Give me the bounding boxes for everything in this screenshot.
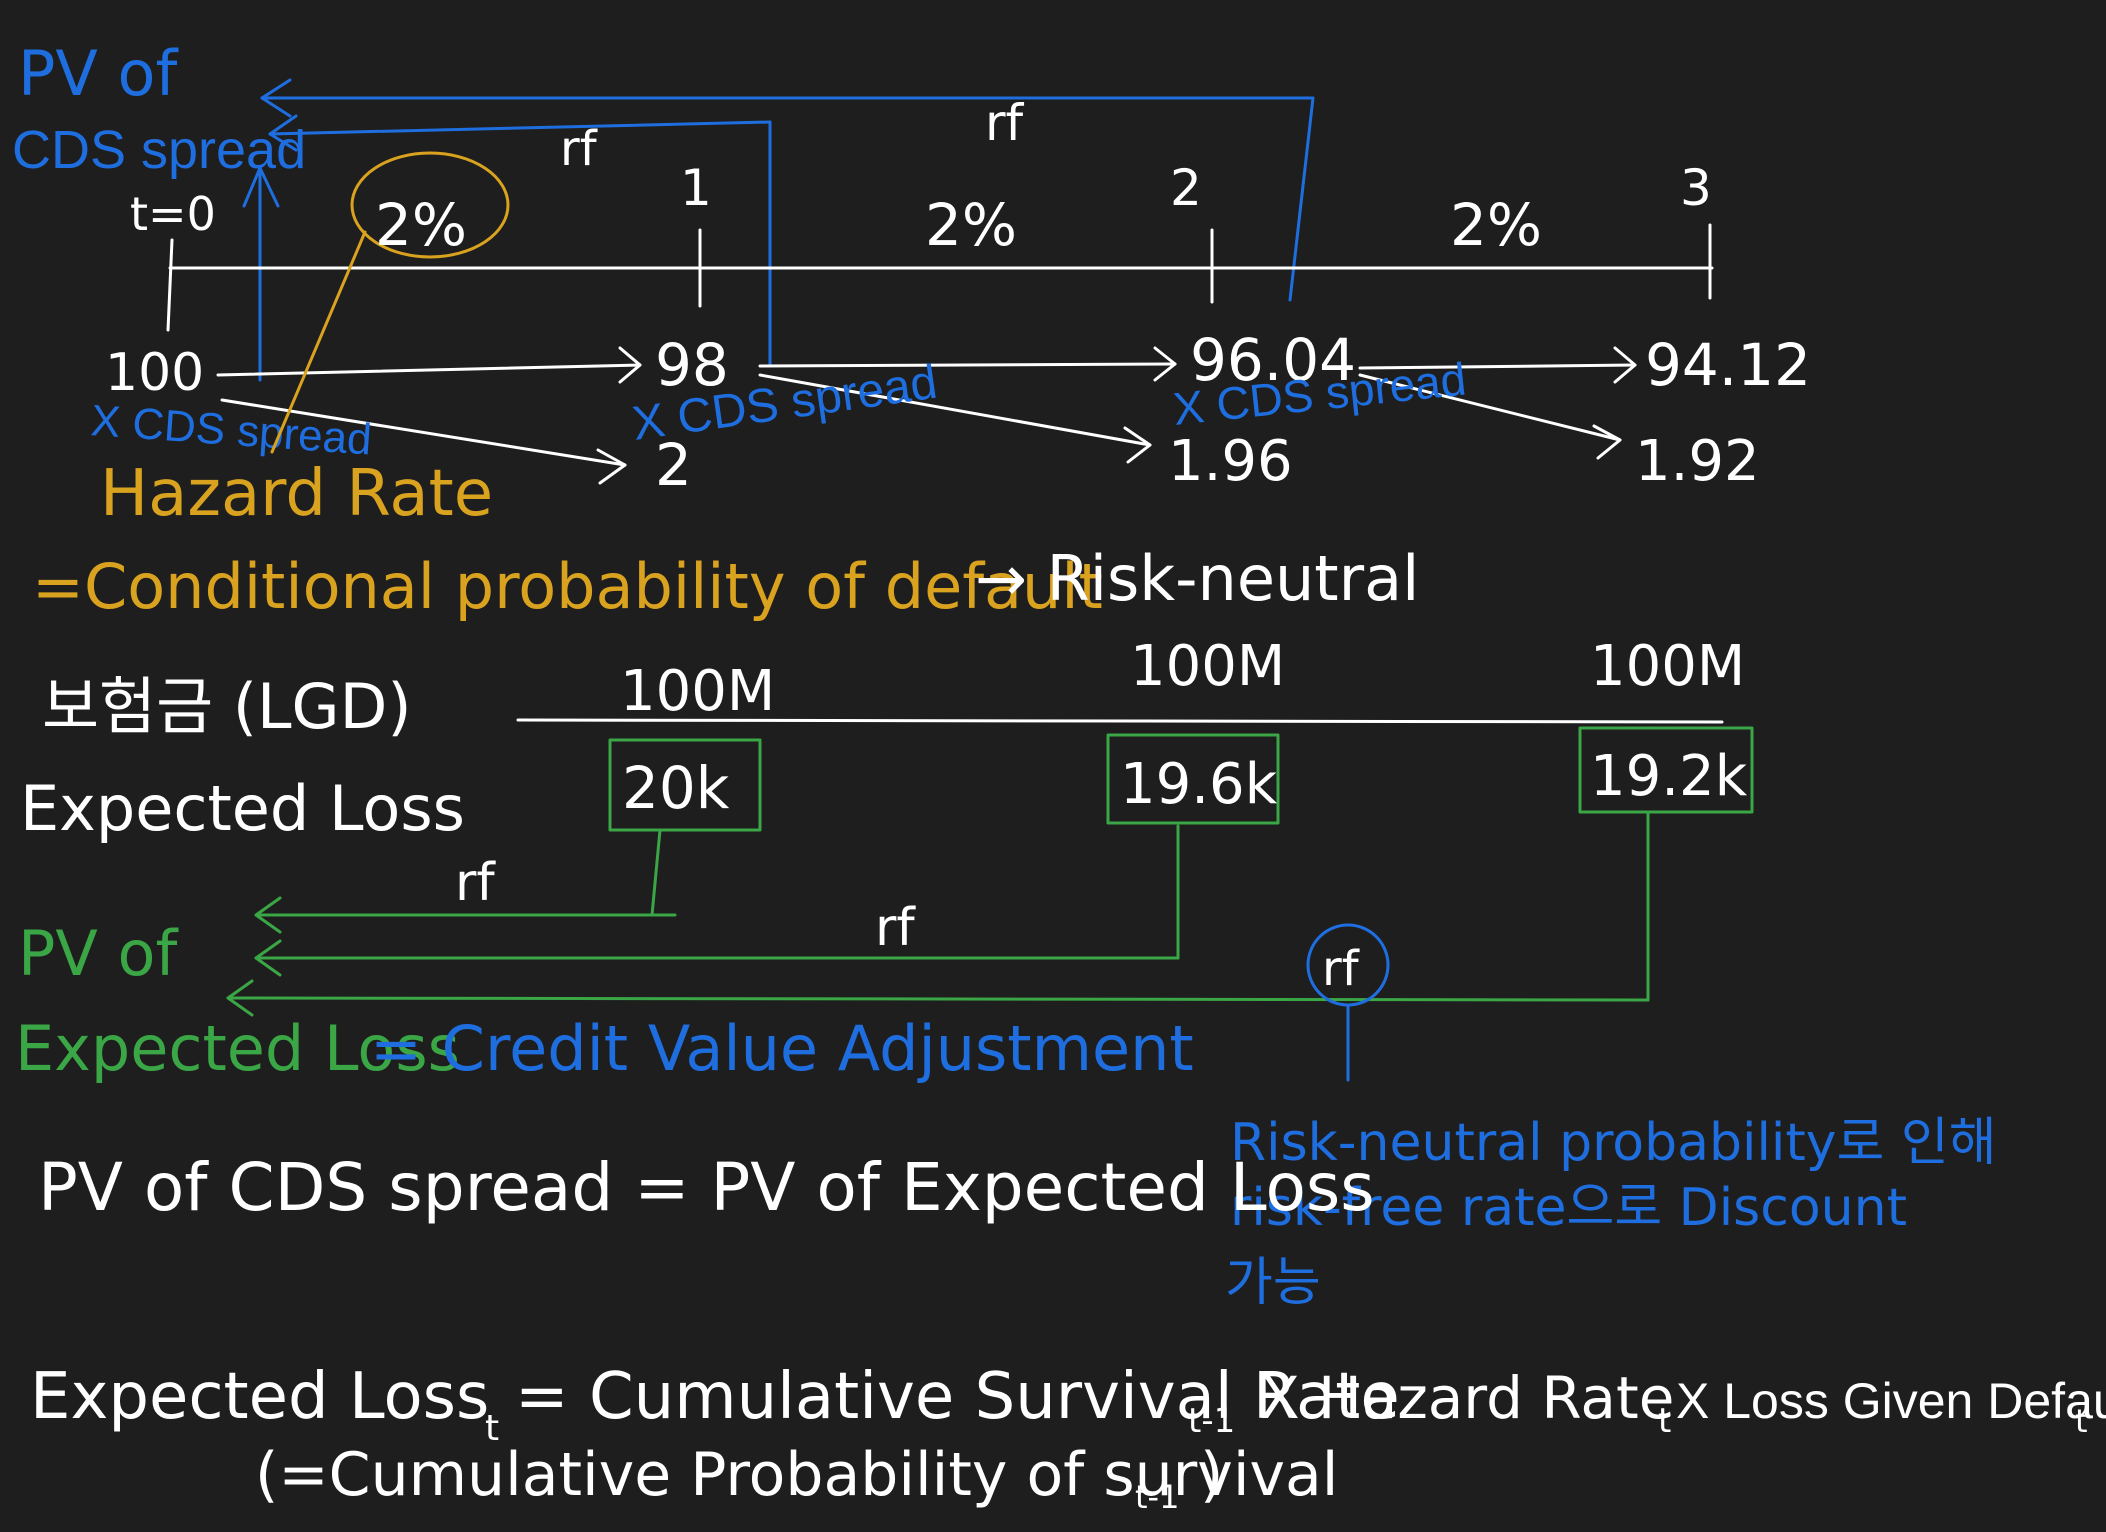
cva-text: = Credit Value Adjustment bbox=[370, 1012, 1194, 1085]
el-times2: X Loss Given Default bbox=[1676, 1373, 2106, 1429]
spread-label-0: X CDS spread bbox=[89, 396, 373, 464]
rf-label-top-1: rf bbox=[560, 121, 598, 177]
rf-label-mid-2: rf bbox=[875, 898, 916, 958]
expected-loss-value-2: 19.6k bbox=[1120, 752, 1278, 817]
hazard-risk-neutral: → Risk-neutral bbox=[975, 542, 1419, 615]
time-label-2: 2 bbox=[1170, 159, 1202, 217]
equality-statement: PV of CDS spread = PV of Expected Loss bbox=[38, 1149, 1375, 1226]
rf-label-top-2: rf bbox=[985, 94, 1025, 152]
el-rhs-sub1: t-1 bbox=[1188, 1401, 1235, 1441]
rf-label-mid-1: rf bbox=[455, 853, 496, 913]
el-lhs: Expected Loss bbox=[30, 1360, 489, 1434]
rf-label-mid-3: rf bbox=[1322, 941, 1360, 997]
el-note-close: ) bbox=[1200, 1440, 1223, 1510]
hazard-rate-2: 2% bbox=[925, 191, 1017, 259]
hazard-rate-3: 2% bbox=[1450, 191, 1542, 259]
note-line3: 가능 bbox=[1225, 1253, 1321, 1313]
pv-el-line1: PV of bbox=[18, 917, 179, 990]
hazard-rate-1: 2% bbox=[375, 191, 467, 259]
expected-loss-value-3: 19.2k bbox=[1590, 744, 1748, 809]
default-value-2: 1.96 bbox=[1168, 429, 1293, 494]
lgd-value-2: 100M bbox=[1130, 634, 1285, 699]
hazard-title: Hazard Rate bbox=[100, 457, 493, 531]
lgd-value-1: 100M bbox=[620, 659, 775, 724]
el-times1: X Hazard Rate bbox=[1260, 1364, 1674, 1432]
el-rhs-sub3: t bbox=[2075, 1402, 2088, 1440]
hazard-definition: =Conditional probability of default bbox=[32, 550, 1103, 623]
time-label-1: 1 bbox=[680, 159, 712, 217]
el-rhs-sub2: t bbox=[1658, 1401, 1671, 1441]
pv-cds-label-line1: PV of bbox=[18, 37, 179, 110]
fraction-line bbox=[516, 718, 1724, 724]
expected-loss-value-1: 20k bbox=[622, 754, 730, 822]
whiteboard-canvas: PV of CDS spread rf rf t=0 1 2 3 2% 2% 2… bbox=[12, 37, 2106, 1516]
lgd-value-3: 100M bbox=[1590, 634, 1745, 699]
default-value-3: 1.92 bbox=[1635, 429, 1760, 494]
expected-loss-label: Expected Loss bbox=[20, 772, 465, 845]
time-label-3: 3 bbox=[1680, 159, 1712, 217]
survival-value-0: 100 bbox=[105, 343, 204, 403]
expected-loss-formula: Expected Loss t = Cumulative Survival Ra… bbox=[30, 1360, 2106, 1516]
el-note-sub: t-1 bbox=[1135, 1478, 1179, 1516]
lgd-label: 보험금 (LGD) bbox=[42, 670, 412, 743]
survival-value-3: 94.12 bbox=[1645, 331, 1811, 399]
time-label-0: t=0 bbox=[130, 187, 216, 241]
